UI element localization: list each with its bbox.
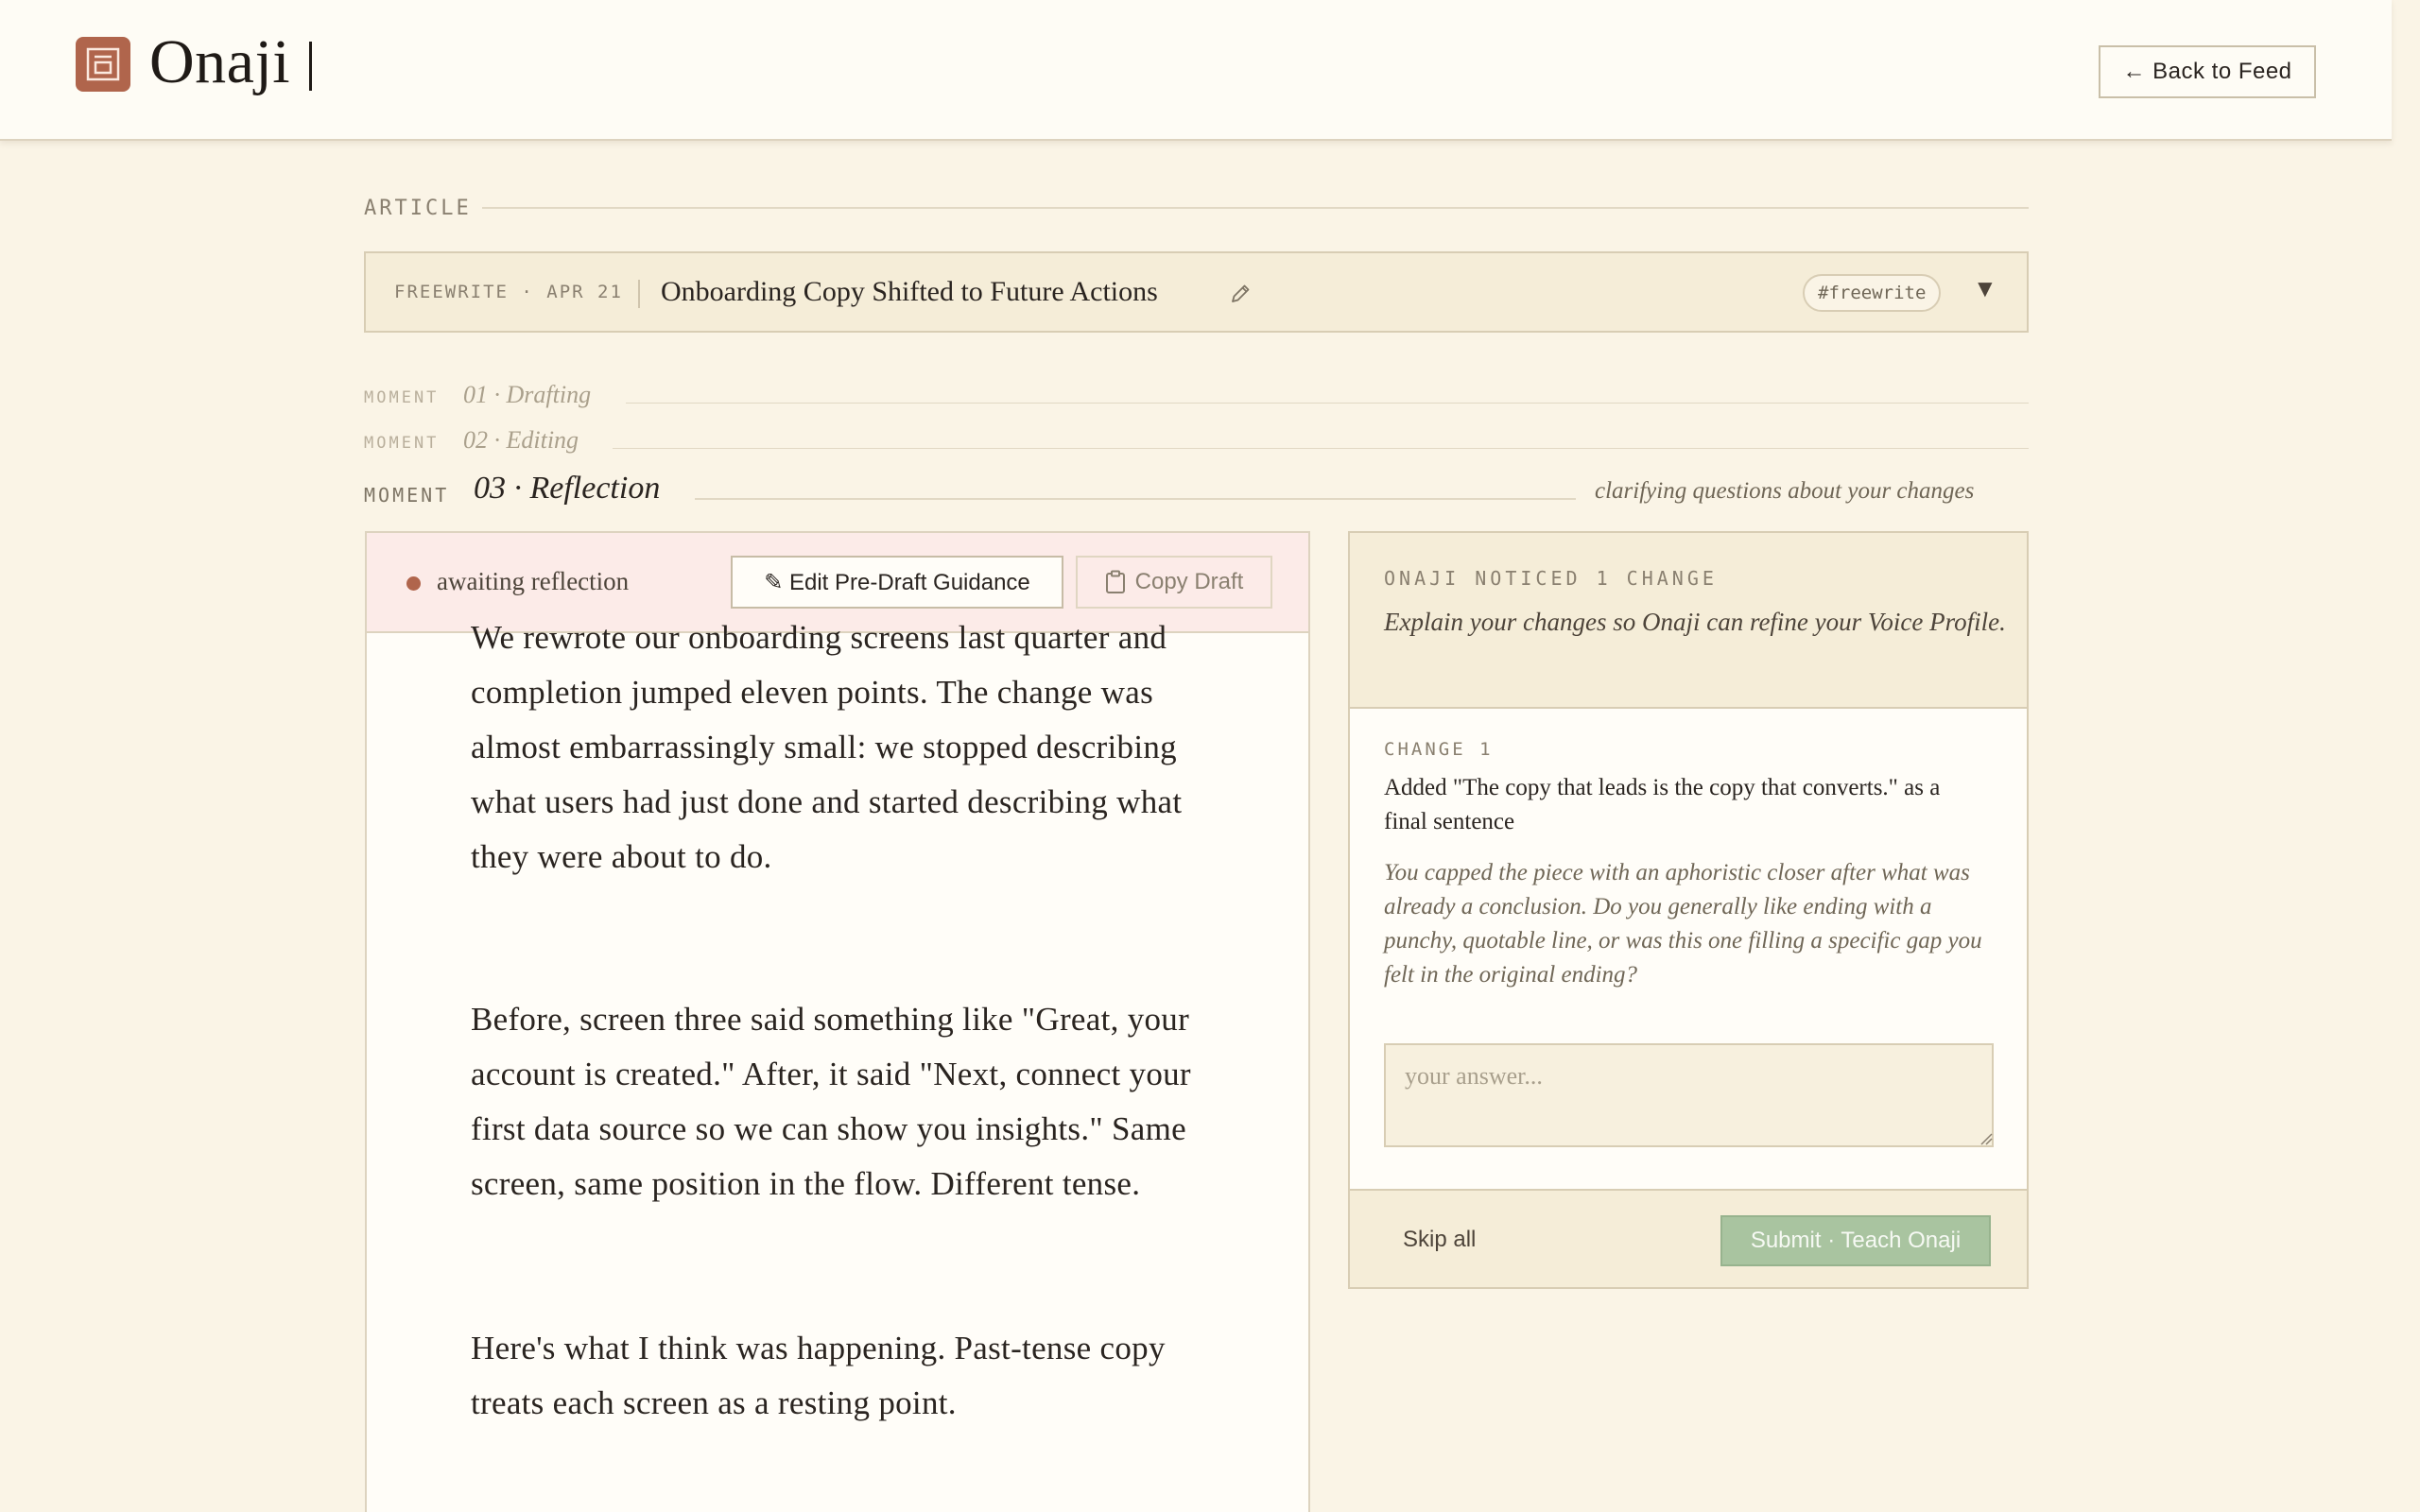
copy-draft-label: Copy Draft [1134,569,1244,594]
app-name: Onaji [149,27,291,96]
draft-paragraph-2: Before, screen three said something like… [471,1001,1191,1202]
moment-label-1: MOMENT [364,388,440,407]
resize-handle-icon[interactable] [1979,1132,1993,1150]
moment-reflection[interactable]: 03 · Reflection [474,471,660,507]
change-question: You capped the piece with an aphoristic … [1384,860,1982,988]
moment-editing[interactable]: 02 · Editing [463,426,579,455]
copy-draft-button[interactable]: Copy Draft [1076,556,1272,609]
pencil-icon[interactable] [1228,282,1253,311]
changes-count: ONAJI NOTICED 1 CHANGE [1384,567,1718,590]
app-header: Onaji ← Back to Feed [0,0,2392,141]
reflection-header: ONAJI NOTICED 1 CHANGE Explain your chan… [1350,533,2027,709]
article-section-label: ARTICLE [364,197,472,220]
submit-teach-button[interactable]: Submit · Teach Onaji [1720,1215,1991,1266]
draft-panel: awaiting reflection ✎ Edit Pre-Draft Gui… [365,531,1310,1512]
moment-2-divider [613,448,2029,449]
article-bar[interactable]: FREEWRITE · APR 21 Onboarding Copy Shift… [364,251,2029,333]
draft-paragraph-3: Here's what I think was happening. Past-… [471,1330,1166,1421]
reflection-panel: ONAJI NOTICED 1 CHANGE Explain your chan… [1348,531,2029,1289]
article-meta-separator [638,280,640,308]
status-dot-icon [406,576,421,591]
moment-3-divider [695,498,1576,500]
article-meta: FREEWRITE · APR 21 [394,282,623,302]
clipboard-icon [1105,570,1125,593]
answer-input[interactable] [1384,1043,1994,1147]
reflection-intro: Explain your changes so Onaji can refine… [1384,608,2006,636]
article-tag[interactable]: #freewrite [1803,274,1942,312]
back-to-feed-button[interactable]: ← Back to Feed [2099,45,2316,98]
draft-paragraph-1: We rewrote our onboarding screens last q… [471,619,1183,875]
edit-pre-draft-guidance-button[interactable]: ✎ Edit Pre-Draft Guidance [731,556,1063,609]
text-cursor [309,42,312,91]
moment-label-2: MOMENT [364,434,440,453]
moment-reflection-note: clarifying questions about your changes [1595,478,1975,504]
article-divider [482,207,2029,209]
skip-all-button[interactable]: Skip all [1403,1227,1476,1253]
article-title[interactable]: Onboarding Copy Shifted to Future Action… [661,276,1158,308]
onaji-logo-icon [76,37,130,92]
moment-drafting[interactable]: 01 · Drafting [463,381,591,409]
moment-label-3: MOMENT [364,484,450,507]
reflection-footer: Skip all Submit · Teach Onaji [1350,1189,2027,1287]
draft-status: awaiting reflection [437,567,630,595]
expand-article-toggle[interactable]: ▼ [1973,274,1997,303]
moment-1-divider [626,403,2029,404]
change-label: CHANGE 1 [1384,739,1494,760]
change-description: Added "The copy that leads is the copy t… [1384,775,1941,834]
